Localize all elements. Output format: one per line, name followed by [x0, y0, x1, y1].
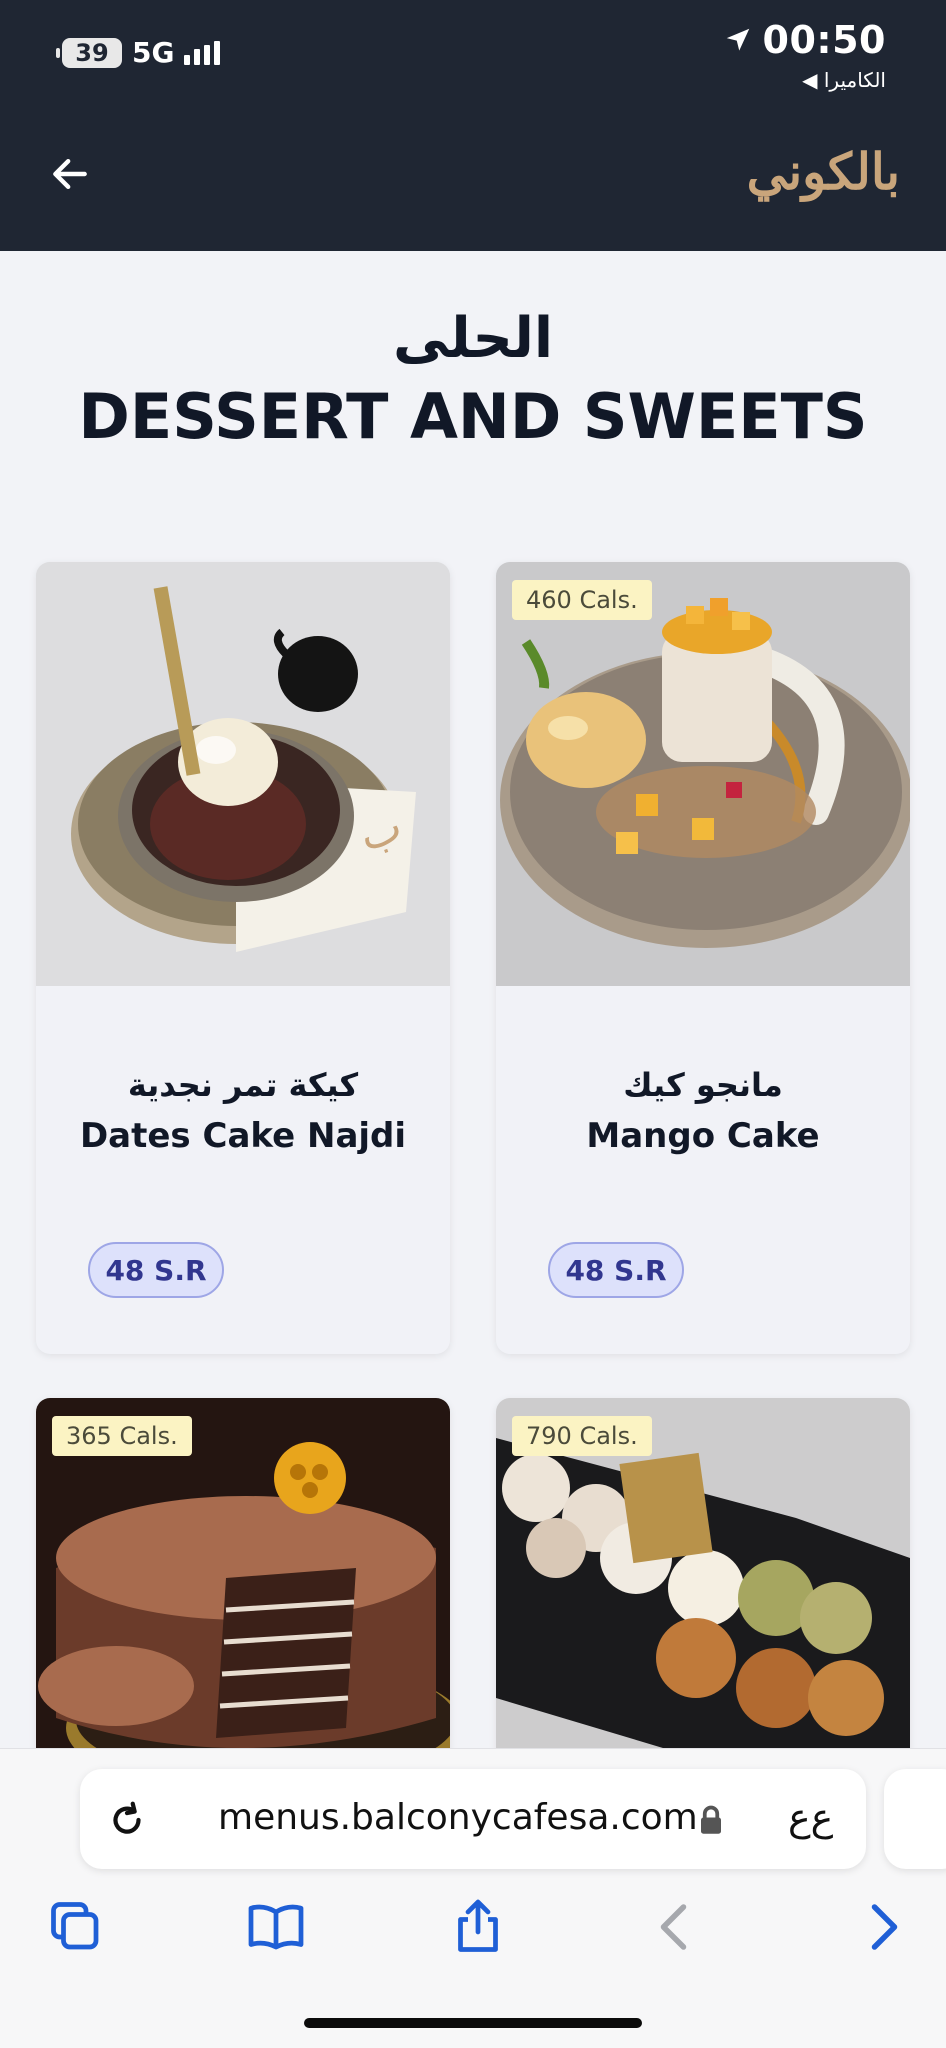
price-badge: 48 S.R — [548, 1242, 684, 1298]
browser-toolbar: menus.balconycafesa.com ع‌ع — [0, 1748, 946, 2048]
text-size-button[interactable]: ع‌ع — [788, 1795, 833, 1839]
menu-item-card[interactable]: 790 Cals. — [496, 1398, 910, 1798]
network-label: 5G — [132, 36, 175, 69]
page-title-arabic: الحلى — [392, 306, 554, 371]
signal-icon — [184, 40, 221, 65]
brand-logo[interactable]: بالكوني — [747, 142, 900, 201]
calorie-badge: 460 Cals. — [512, 580, 652, 620]
share-icon[interactable] — [448, 1897, 508, 1957]
address-bar[interactable]: menus.balconycafesa.com ع‌ع — [80, 1769, 866, 1869]
location-arrow-icon — [726, 28, 749, 51]
status-bar-right: 00:50 ◀ الكاميرا — [723, 18, 886, 92]
lock-icon — [701, 1805, 721, 1834]
item-name: Mango Cake — [586, 1116, 820, 1156]
calorie-badge: 365 Cals. — [52, 1416, 192, 1456]
item-name: Dates Cake Najdi — [79, 1116, 407, 1156]
calorie-badge: 790 Cals. — [512, 1416, 652, 1456]
tabs-icon[interactable] — [46, 1897, 106, 1957]
mango-cake-image — [496, 562, 910, 986]
price-badge: 48 S.R — [88, 1242, 224, 1298]
url-text[interactable]: menus.balconycafesa.com — [218, 1797, 698, 1838]
back-icon[interactable] — [646, 1897, 706, 1957]
back-arrow-icon[interactable] — [48, 152, 92, 196]
forward-icon[interactable] — [852, 1897, 912, 1957]
menu-item-card[interactable]: 365 Cals. — [36, 1398, 450, 1798]
menu-item-card[interactable]: 460 Cals. مانجو كيك Mango Cake 48 S.R — [496, 562, 910, 1354]
item-name-arabic: مانجو كيك — [623, 1066, 783, 1104]
clock: 00:50 — [762, 18, 886, 62]
battery-indicator: 39 — [56, 37, 122, 68]
bookmarks-icon[interactable] — [246, 1897, 306, 1957]
chocolate-cake-image — [36, 1398, 450, 1798]
home-indicator — [304, 2018, 642, 2028]
reload-icon[interactable] — [104, 1797, 150, 1843]
next-tab-preview[interactable] — [884, 1769, 946, 1869]
dates-cake-image: ب — [36, 562, 450, 986]
app-header: 39 5G 00:50 ◀ الكاميرا بالكوني — [0, 0, 946, 251]
assorted-sweets-image — [496, 1398, 910, 1798]
back-to-app-link[interactable]: ◀ الكاميرا — [723, 68, 886, 92]
item-name-arabic: كيكة تمر نجدية — [127, 1066, 359, 1104]
status-bar-left: 39 5G — [56, 36, 221, 69]
menu-item-card[interactable]: ب كيكة تمر نجدية Dates Cake Najdi 48 S.R — [36, 562, 450, 1354]
page-title: DESSERT AND SWEETS — [78, 380, 868, 453]
